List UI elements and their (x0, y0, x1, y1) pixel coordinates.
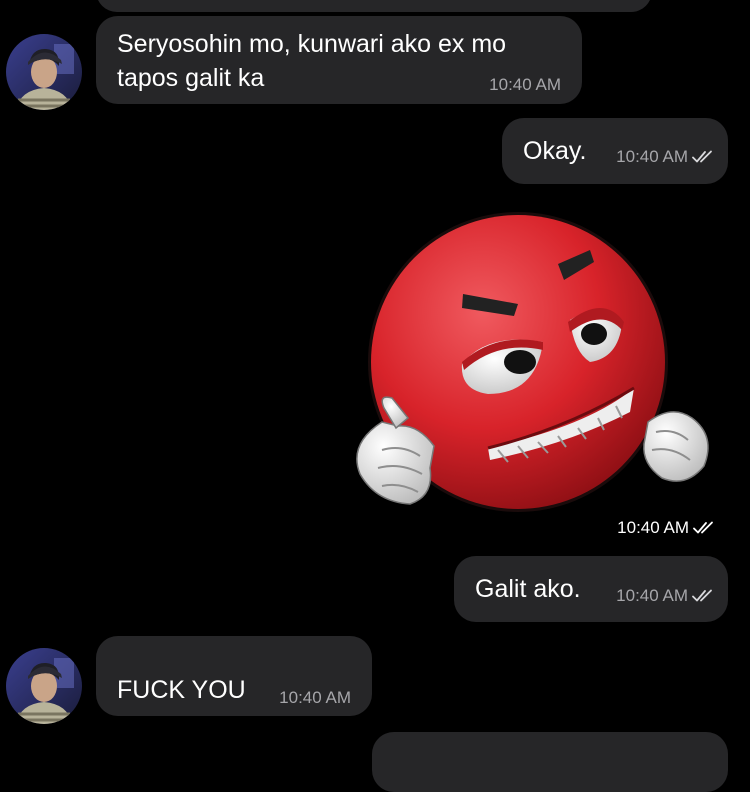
message-text: FUCK YOU (117, 676, 246, 704)
avatar-photo (6, 648, 82, 724)
sticker-timestamp: 10:40 AM (617, 518, 715, 538)
message-timestamp: 10:40 AM (616, 586, 714, 606)
avatar-photo (6, 34, 82, 110)
double-check-icon (692, 150, 712, 163)
message-timestamp: 10:40 AM (616, 147, 714, 167)
message-timestamp: 10:40 AM (279, 688, 351, 708)
angry-emoji-sticker[interactable] (338, 212, 718, 522)
message-bubble-partial-bottom (372, 732, 728, 792)
timestamp-text: 10:40 AM (616, 147, 688, 166)
message-timestamp: 10:40 AM (489, 75, 561, 95)
message-bubble-partial-top (96, 0, 652, 12)
angry-red-emoji-fists-icon (356, 212, 709, 512)
message-bubble-outgoing[interactable]: Okay. 10:40 AM (502, 118, 728, 184)
double-check-icon (692, 589, 712, 602)
contact-avatar[interactable] (6, 34, 82, 110)
timestamp-text: 10:40 AM (279, 688, 351, 707)
timestamp-text: 10:40 AM (489, 75, 561, 94)
message-text: Seryosohin mo, kunwari ako ex mo tapos g… (117, 30, 507, 92)
timestamp-text: 10:40 AM (617, 518, 689, 537)
message-bubble-incoming[interactable]: Seryosohin mo, kunwari ako ex mo tapos g… (96, 16, 582, 104)
contact-avatar[interactable] (6, 648, 82, 724)
message-bubble-incoming[interactable]: FUCK YOU 10:40 AM (96, 636, 372, 716)
message-bubble-outgoing[interactable]: Galit ako. 10:40 AM (454, 556, 728, 622)
timestamp-text: 10:40 AM (616, 586, 688, 605)
message-text: Okay. (523, 137, 587, 165)
message-text: Galit ako. (475, 575, 581, 603)
double-check-icon (693, 521, 713, 534)
